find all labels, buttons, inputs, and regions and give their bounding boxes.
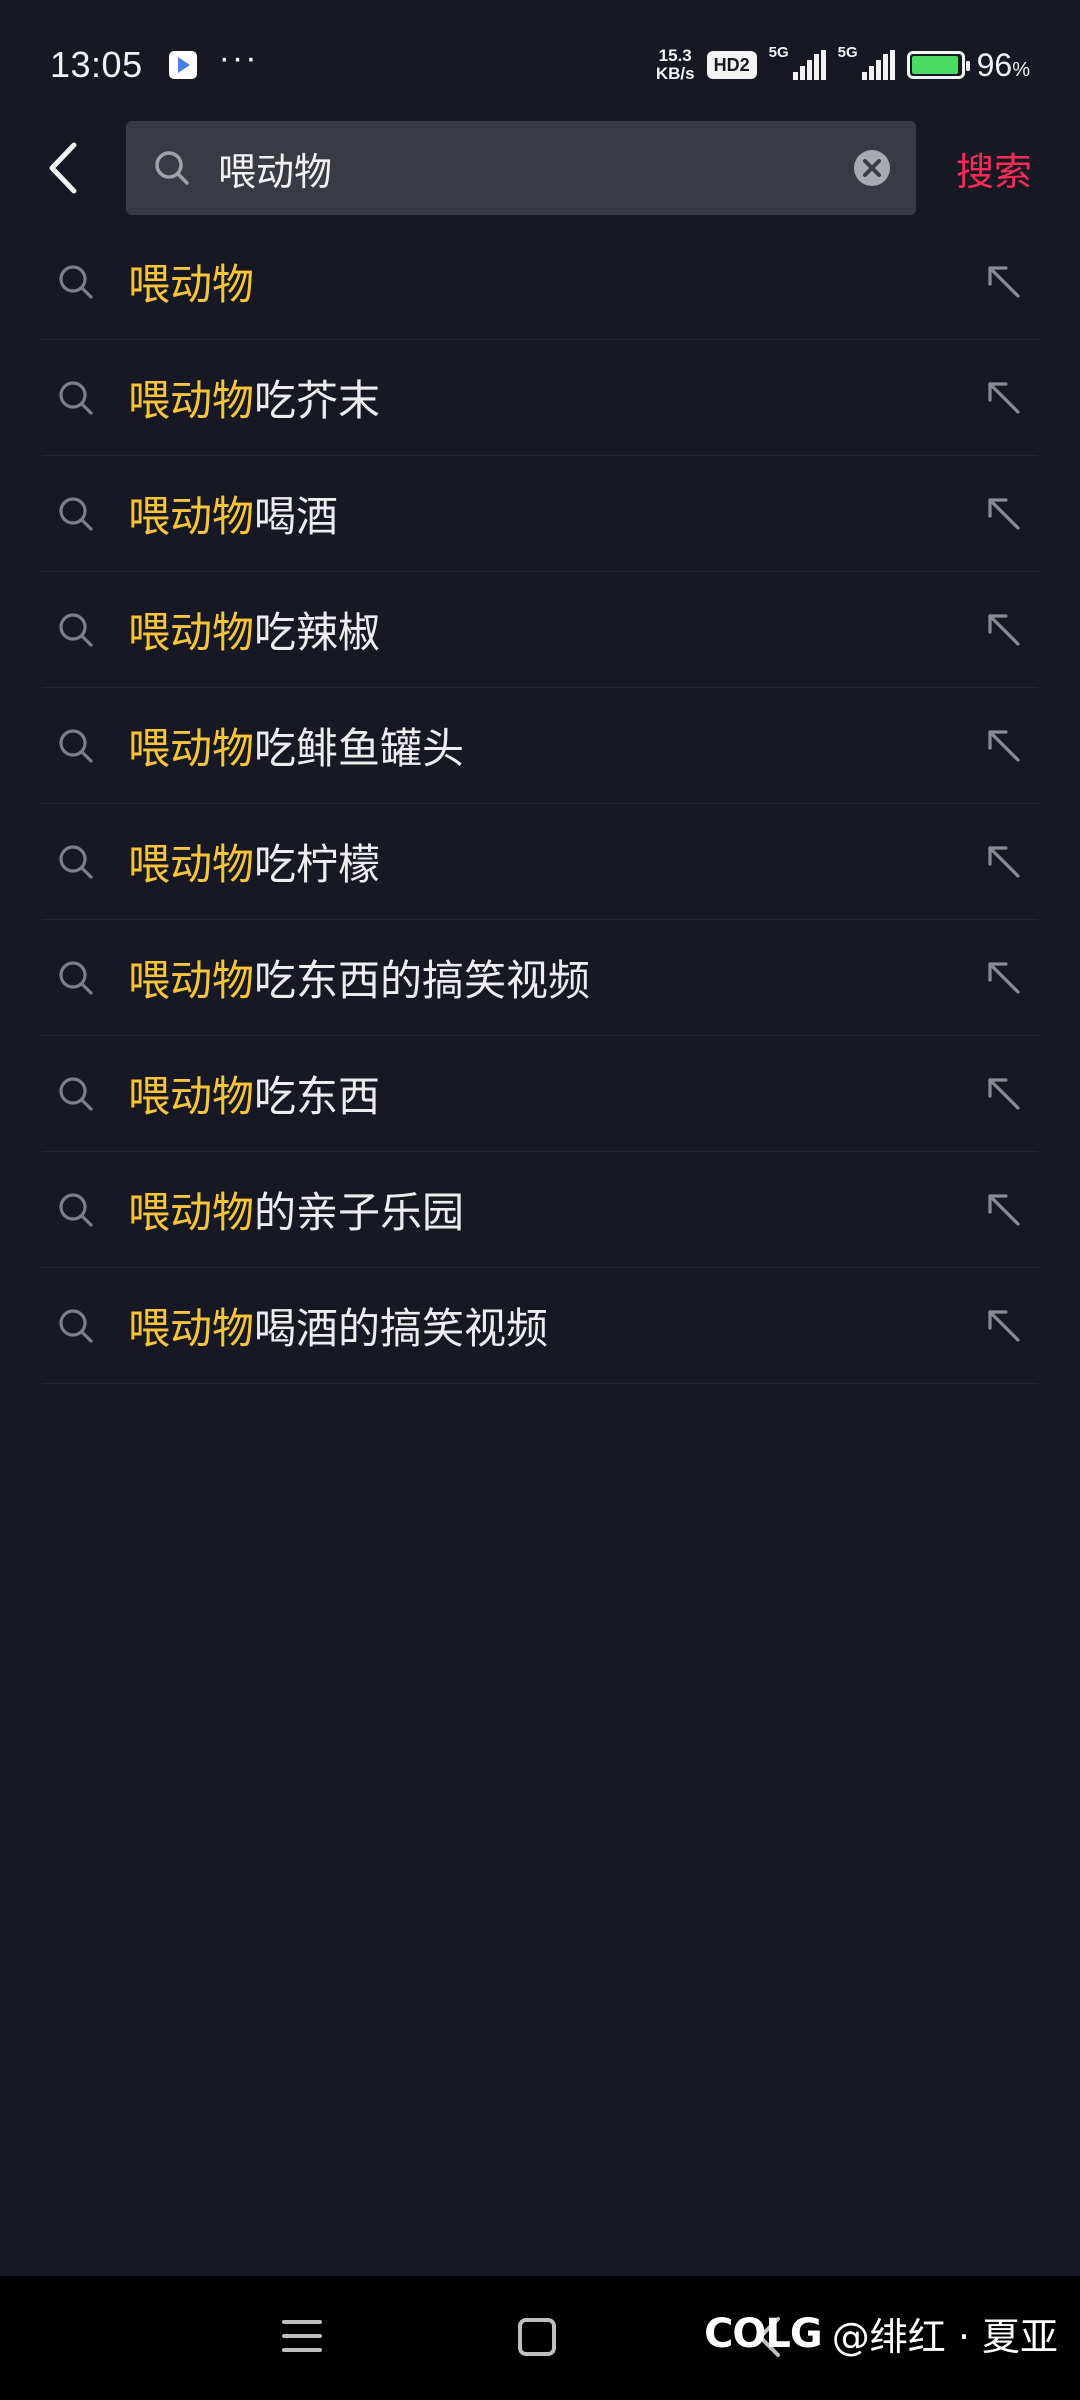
suggestion-highlight: 喂动物 xyxy=(128,376,255,425)
search-icon xyxy=(52,1186,100,1234)
fill-query-arrow-icon[interactable] xyxy=(974,832,1034,892)
suggestion-item[interactable]: 喂动物喝酒 xyxy=(42,456,1038,572)
app-store-icon xyxy=(168,51,197,79)
fill-query-arrow-icon[interactable] xyxy=(974,948,1034,1008)
system-nav-bar: COLG @绯红 · 夏亚 xyxy=(0,2276,1080,2400)
fill-query-arrow-icon[interactable] xyxy=(974,716,1034,776)
search-icon xyxy=(150,146,194,190)
suggestion-highlight: 喂动物 xyxy=(128,956,255,1005)
fill-query-arrow-icon[interactable] xyxy=(974,1180,1034,1240)
search-header: 喂动物 搜索 xyxy=(0,120,1080,216)
suggestion-rest: 吃辣椒 xyxy=(254,608,381,657)
fill-query-arrow-icon[interactable] xyxy=(974,600,1034,660)
signal-tag: 5G xyxy=(768,44,789,61)
suggestion-text: 喂动物吃柠檬 xyxy=(128,831,974,892)
suggestion-highlight: 喂动物 xyxy=(128,260,255,309)
suggestion-text: 喂动物吃东西的搞笑视频 xyxy=(128,947,974,1008)
menu-icon[interactable] xyxy=(282,2320,322,2362)
network-speed-unit: KB/s xyxy=(655,64,695,83)
suggestion-text: 喂动物吃芥末 xyxy=(128,367,974,428)
battery-percent-value: 96 xyxy=(976,46,1013,83)
signal-5g-icon: 5G xyxy=(838,44,895,80)
fill-query-arrow-icon[interactable] xyxy=(974,252,1034,312)
suggestion-list: 喂动物 喂动物吃芥末 喂动物喝酒 喂动物吃辣椒 喂动物吃鲱鱼罐头 喂动物吃柠檬 … xyxy=(42,224,1038,1384)
suggestion-highlight: 喂动物 xyxy=(128,1188,255,1237)
search-icon xyxy=(52,374,100,422)
search-input[interactable]: 喂动物 xyxy=(126,121,916,215)
search-submit-button[interactable]: 搜索 xyxy=(956,141,1032,196)
battery-percent: 96% xyxy=(977,47,1030,84)
signal-tag: 5G xyxy=(837,44,858,61)
suggestion-rest: 吃东西 xyxy=(254,1072,381,1121)
back-button[interactable] xyxy=(0,120,126,216)
fill-query-arrow-icon[interactable] xyxy=(974,484,1034,544)
search-icon xyxy=(52,606,100,654)
suggestion-item[interactable]: 喂动物吃东西的搞笑视频 xyxy=(42,920,1038,1036)
suggestion-text: 喂动物吃东西 xyxy=(128,1063,974,1124)
suggestion-rest: 吃芥末 xyxy=(254,376,381,425)
battery-fill xyxy=(911,56,958,74)
suggestion-text: 喂动物的亲子乐园 xyxy=(128,1179,974,1240)
suggestion-item[interactable]: 喂动物喝酒的搞笑视频 xyxy=(42,1268,1038,1384)
suggestion-item[interactable]: 喂动物吃鲱鱼罐头 xyxy=(42,688,1038,804)
suggestion-item[interactable]: 喂动物吃芥末 xyxy=(42,340,1038,456)
suggestion-item[interactable]: 喂动物吃辣椒 xyxy=(42,572,1038,688)
clear-circle-icon xyxy=(854,150,890,186)
suggestion-rest: 吃柠檬 xyxy=(254,840,381,889)
network-speed: 15.3 KB/s xyxy=(656,47,695,83)
suggestion-rest: 喝酒 xyxy=(254,492,339,541)
search-icon xyxy=(52,1070,100,1118)
suggestion-rest: 的亲子乐园 xyxy=(254,1188,465,1237)
status-time: 13:05 xyxy=(50,44,143,85)
suggestion-item[interactable]: 喂动物吃东西 xyxy=(42,1036,1038,1152)
battery-percent-unit: % xyxy=(1012,58,1030,81)
suggestion-highlight: 喂动物 xyxy=(128,492,255,541)
fill-query-arrow-icon[interactable] xyxy=(974,1296,1034,1356)
home-icon[interactable] xyxy=(518,2318,556,2356)
watermark-logo: COLG xyxy=(704,2310,823,2357)
suggestion-item[interactable]: 喂动物的亲子乐园 xyxy=(42,1152,1038,1268)
search-icon xyxy=(52,490,100,538)
signal-5g-icon: 5G xyxy=(769,44,826,80)
watermark: COLG @绯红 · 夏亚 xyxy=(704,2306,1058,2361)
chevron-left-icon xyxy=(49,142,77,194)
suggestion-rest: 吃东西的搞笑视频 xyxy=(254,956,591,1005)
suggestion-text: 喂动物吃辣椒 xyxy=(128,599,974,660)
search-icon xyxy=(52,954,100,1002)
suggestion-rest: 喝酒的搞笑视频 xyxy=(254,1304,549,1353)
suggestion-item[interactable]: 喂动物 xyxy=(42,224,1038,340)
search-query-text[interactable]: 喂动物 xyxy=(218,141,852,196)
suggestion-text: 喂动物吃鲱鱼罐头 xyxy=(128,715,974,776)
network-speed-value: 15.3 xyxy=(658,46,692,65)
search-icon xyxy=(52,722,100,770)
fill-query-arrow-icon[interactable] xyxy=(974,1064,1034,1124)
search-icon xyxy=(52,258,100,306)
more-notifications-icon: ··· xyxy=(218,39,259,77)
hd-voice-icon: HD2 xyxy=(706,51,757,79)
fill-query-arrow-icon[interactable] xyxy=(974,368,1034,428)
suggestion-highlight: 喂动物 xyxy=(128,1072,255,1121)
status-indicators: 15.3 KB/s HD2 5G 5G 96% xyxy=(656,44,1030,84)
suggestion-text: 喂动物喝酒 xyxy=(128,483,974,544)
suggestion-text: 喂动物喝酒的搞笑视频 xyxy=(128,1295,974,1356)
suggestion-item[interactable]: 喂动物吃柠檬 xyxy=(42,804,1038,920)
watermark-text: @绯红 · 夏亚 xyxy=(831,2315,1058,2359)
battery-charging-icon xyxy=(906,51,970,79)
clear-search-button[interactable] xyxy=(852,148,892,188)
suggestion-rest: 吃鲱鱼罐头 xyxy=(254,724,465,773)
suggestion-highlight: 喂动物 xyxy=(128,840,255,889)
status-bar: 13:05 ··· 15.3 KB/s HD2 5G 5G 96% xyxy=(0,0,1080,130)
suggestion-highlight: 喂动物 xyxy=(128,1304,255,1353)
suggestion-text: 喂动物 xyxy=(128,251,974,312)
suggestion-highlight: 喂动物 xyxy=(128,608,255,657)
suggestion-highlight: 喂动物 xyxy=(128,724,255,773)
search-icon xyxy=(52,1302,100,1350)
search-icon xyxy=(52,838,100,886)
